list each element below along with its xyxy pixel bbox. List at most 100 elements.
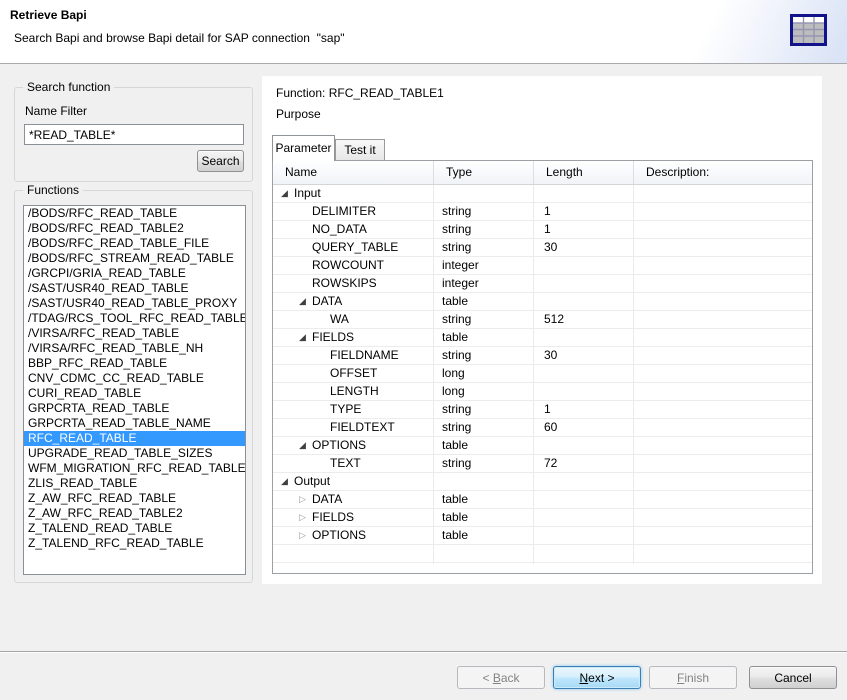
table-row[interactable]: LENGTHlong <box>273 383 812 401</box>
table-row[interactable]: NO_DATAstring1 <box>273 221 812 239</box>
search-function-group: Search function Name Filter Search <box>14 87 253 182</box>
param-type: string <box>434 419 534 436</box>
table-row[interactable]: ◢Input <box>273 185 812 203</box>
param-description <box>634 437 812 454</box>
tree-collapsed-icon[interactable]: ▷ <box>299 527 312 544</box>
name-filter-input[interactable] <box>24 124 244 145</box>
list-item[interactable]: RFC_READ_TABLE <box>24 431 245 446</box>
list-item[interactable]: UPGRADE_READ_TABLE_SIZES <box>24 446 245 461</box>
param-length: 1 <box>534 401 634 418</box>
table-row[interactable]: ROWSKIPS integer <box>273 275 812 293</box>
list-item[interactable]: ZLIS_READ_TABLE <box>24 476 245 491</box>
table-row[interactable]: OFFSETlong <box>273 365 812 383</box>
list-item[interactable]: /BODS/RFC_READ_TABLE <box>24 206 245 221</box>
list-item[interactable]: /BODS/RFC_READ_TABLE_FILE <box>24 236 245 251</box>
param-length: 1 <box>534 221 634 238</box>
back-button[interactable]: < Back <box>457 666 545 689</box>
functions-list[interactable]: /BODS/RFC_READ_TABLE/BODS/RFC_READ_TABLE… <box>23 205 246 575</box>
param-type <box>434 473 534 490</box>
list-item[interactable]: CNV_CDMC_CC_READ_TABLE <box>24 371 245 386</box>
param-description <box>634 311 812 328</box>
list-item[interactable]: BBP_RFC_READ_TABLE <box>24 356 245 371</box>
list-item[interactable]: WFM_MIGRATION_RFC_READ_TABLE <box>24 461 245 476</box>
param-type: string <box>434 455 534 472</box>
param-description <box>634 419 812 436</box>
table-row[interactable]: ◢Output <box>273 473 812 491</box>
list-item[interactable]: CURI_READ_TABLE <box>24 386 245 401</box>
table-row[interactable]: FIELDNAMEstring30 <box>273 347 812 365</box>
list-item[interactable]: /BODS/RFC_READ_TABLE2 <box>24 221 245 236</box>
param-type: table <box>434 509 534 526</box>
table-row[interactable]: ◢OPTIONStable <box>273 437 812 455</box>
param-length: 72 <box>534 455 634 472</box>
tree-expanded-icon[interactable]: ◢ <box>281 473 294 490</box>
param-length <box>534 275 634 292</box>
table-row[interactable]: QUERY_TABLEstring30 <box>273 239 812 257</box>
tree-expanded-icon[interactable]: ◢ <box>299 437 312 454</box>
param-length <box>534 365 634 382</box>
param-name: DELIMITER <box>312 203 376 220</box>
param-length: 30 <box>534 239 634 256</box>
column-header-length[interactable]: Length <box>534 161 634 184</box>
table-row[interactable]: DELIMITERstring1 <box>273 203 812 221</box>
param-name: ROWSKIPS <box>312 275 377 292</box>
search-button[interactable]: Search <box>197 150 244 172</box>
page-subtitle: Search Bapi and browse Bapi detail for S… <box>14 31 345 45</box>
param-length: 1 <box>534 203 634 220</box>
list-item[interactable]: /BODS/RFC_STREAM_READ_TABLE <box>24 251 245 266</box>
param-name: Output <box>294 473 330 490</box>
list-item[interactable]: GRPCRTA_READ_TABLE_NAME <box>24 416 245 431</box>
list-item[interactable]: GRPCRTA_READ_TABLE <box>24 401 245 416</box>
table-row[interactable]: TEXT string72 <box>273 455 812 473</box>
list-item[interactable]: /VIRSA/RFC_READ_TABLE <box>24 326 245 341</box>
list-item[interactable]: /VIRSA/RFC_READ_TABLE_NH <box>24 341 245 356</box>
param-description <box>634 239 812 256</box>
column-header-type[interactable]: Type <box>434 161 534 184</box>
table-row[interactable]: WAstring512 <box>273 311 812 329</box>
list-item[interactable]: /TDAG/RCS_TOOL_RFC_READ_TABLE <box>24 311 245 326</box>
list-item[interactable]: Z_AW_RFC_READ_TABLE2 <box>24 506 245 521</box>
search-group-legend: Search function <box>23 80 114 94</box>
param-name: TEXT <box>330 455 361 472</box>
tree-expanded-icon[interactable]: ◢ <box>299 293 312 310</box>
param-description <box>634 491 812 508</box>
tab-test-it[interactable]: Test it <box>335 139 385 161</box>
tree-expanded-icon[interactable]: ◢ <box>299 329 312 346</box>
list-item[interactable]: Z_TALEND_READ_TABLE <box>24 521 245 536</box>
param-name: FIELDTEXT <box>330 419 395 436</box>
param-name: DATA <box>312 293 342 310</box>
list-item[interactable]: Z_AW_RFC_READ_TABLE <box>24 491 245 506</box>
param-length <box>534 473 634 490</box>
table-row[interactable]: ▷DATAtable <box>273 491 812 509</box>
table-row[interactable]: ▷OPTIONStable <box>273 527 812 545</box>
list-item[interactable]: Z_TALEND_RFC_READ_TABLE <box>24 536 245 551</box>
param-length <box>534 383 634 400</box>
param-name: FIELDS <box>312 329 354 346</box>
param-length: 30 <box>534 347 634 364</box>
param-type: string <box>434 311 534 328</box>
table-row[interactable]: FIELDTEXTstring60 <box>273 419 812 437</box>
finish-button[interactable]: Finish <box>649 666 737 689</box>
column-header-description[interactable]: Description: <box>634 161 812 184</box>
list-item[interactable]: /SAST/USR40_READ_TABLE <box>24 281 245 296</box>
tree-expanded-icon[interactable]: ◢ <box>281 185 294 202</box>
next-button[interactable]: Next > <box>553 666 641 689</box>
name-filter-label: Name Filter <box>25 104 87 118</box>
param-type: table <box>434 491 534 508</box>
table-row[interactable]: ▷FIELDStable <box>273 509 812 527</box>
table-row[interactable]: ◢FIELDStable <box>273 329 812 347</box>
column-header-name[interactable]: Name <box>273 161 434 184</box>
param-type: table <box>434 437 534 454</box>
table-row[interactable]: ROWCOUNTinteger <box>273 257 812 275</box>
tree-collapsed-icon[interactable]: ▷ <box>299 509 312 526</box>
tab-parameter[interactable]: Parameter <box>272 135 335 161</box>
list-item[interactable]: /SAST/USR40_READ_TABLE_PROXY <box>24 296 245 311</box>
purpose-label: Purpose <box>276 107 321 121</box>
list-item[interactable]: /GRCPI/GRIA_READ_TABLE <box>24 266 245 281</box>
table-header-row: Name Type Length Description: <box>273 161 812 185</box>
param-type: integer <box>434 275 534 292</box>
table-row[interactable]: TYPEstring1 <box>273 401 812 419</box>
cancel-button[interactable]: Cancel <box>749 666 837 689</box>
tree-collapsed-icon[interactable]: ▷ <box>299 491 312 508</box>
table-row[interactable]: ◢DATAtable <box>273 293 812 311</box>
